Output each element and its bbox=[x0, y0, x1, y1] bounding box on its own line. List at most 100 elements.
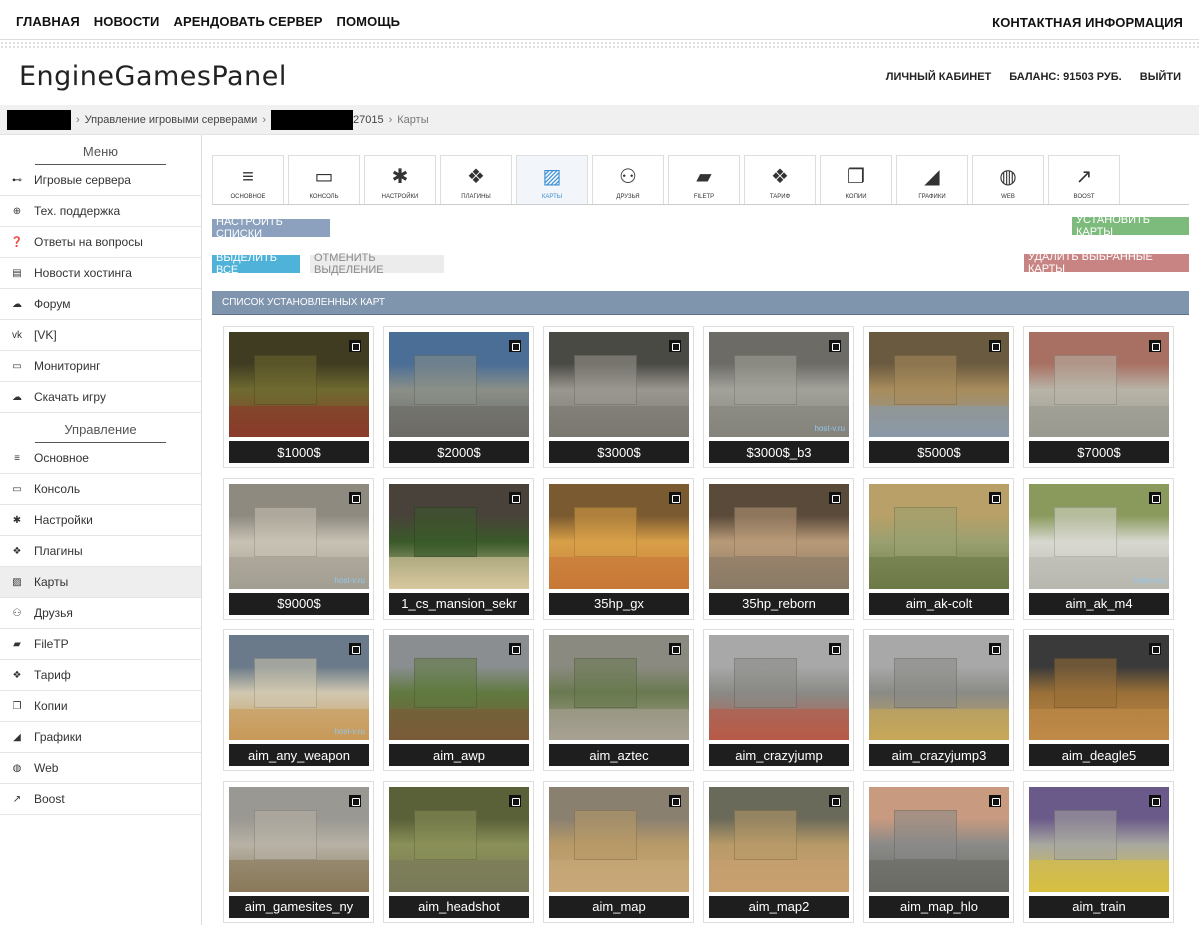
map-thumbnail[interactable] bbox=[1029, 635, 1169, 740]
map-thumbnail[interactable] bbox=[229, 332, 369, 437]
map-checkbox[interactable] bbox=[669, 340, 681, 352]
top-nav-item[interactable]: НОВОСТИ bbox=[94, 14, 160, 29]
map-card[interactable]: host-v.ru aim_ak_m4 bbox=[1023, 477, 1174, 620]
map-thumbnail[interactable] bbox=[709, 635, 849, 740]
delete-selected-button[interactable]: УДАЛИТЬ ВЫБРАННЫЕ КАРТЫ bbox=[1024, 251, 1189, 275]
map-thumbnail[interactable] bbox=[549, 332, 689, 437]
top-nav-item[interactable]: ГЛАВНАЯ bbox=[16, 14, 80, 29]
map-checkbox[interactable] bbox=[1149, 643, 1161, 655]
map-thumbnail[interactable] bbox=[389, 483, 529, 589]
deselect-button[interactable]: ОТМЕНИТЬ ВЫДЕЛЕНИЕ bbox=[310, 252, 444, 276]
sidebar-item[interactable]: vk [VK] bbox=[0, 320, 201, 351]
sidebar-item[interactable]: ≡ Основное bbox=[0, 443, 201, 474]
tab-cubes[interactable]: ❖ ПЛАГИНЫ bbox=[440, 155, 512, 204]
map-card[interactable]: $2000$ bbox=[383, 326, 534, 468]
sidebar-item[interactable]: ⚇ Друзья bbox=[0, 598, 201, 629]
install-maps-button[interactable]: УСТАНОВИТЬ КАРТЫ bbox=[1072, 214, 1189, 238]
map-thumbnail[interactable]: host-v.ru bbox=[229, 483, 369, 589]
tab-area-chart[interactable]: ◢ ГРАФИКИ bbox=[896, 155, 968, 204]
map-checkbox[interactable] bbox=[349, 491, 361, 504]
map-checkbox[interactable] bbox=[669, 643, 681, 655]
breadcrumb-servers[interactable]: Управление игровыми серверами bbox=[85, 114, 258, 126]
map-card[interactable]: aim_crazyjump bbox=[703, 629, 854, 771]
map-thumbnail[interactable] bbox=[549, 635, 689, 740]
tab-globe[interactable]: ◍ WEB bbox=[972, 155, 1044, 204]
tab-desktop[interactable]: ▭ КОНСОЛЬ bbox=[288, 155, 360, 204]
sidebar-item[interactable]: ▨ Карты bbox=[0, 567, 201, 598]
logo[interactable]: EngineGamesPanel bbox=[19, 61, 287, 92]
map-card[interactable]: host-v.ru aim_any_weapon bbox=[223, 629, 374, 771]
sidebar-item[interactable]: ☁ Скачать игру bbox=[0, 382, 201, 413]
configure-lists-button[interactable]: НАСТРОИТЬ СПИСКИ bbox=[212, 216, 330, 240]
map-checkbox[interactable] bbox=[349, 340, 361, 352]
map-thumbnail[interactable] bbox=[869, 786, 1009, 892]
map-checkbox[interactable] bbox=[349, 643, 361, 655]
map-card[interactable]: aim_deagle5 bbox=[1023, 629, 1174, 771]
sidebar-item[interactable]: ❓ Ответы на вопросы bbox=[0, 227, 201, 258]
map-thumbnail[interactable] bbox=[549, 483, 689, 589]
map-checkbox[interactable] bbox=[989, 794, 1001, 807]
sidebar-item[interactable]: ◍ Web bbox=[0, 753, 201, 784]
map-checkbox[interactable] bbox=[509, 794, 521, 807]
map-checkbox[interactable] bbox=[669, 491, 681, 504]
map-card[interactable]: $5000$ bbox=[863, 326, 1014, 468]
tab-copy[interactable]: ❐ КОПИИ bbox=[820, 155, 892, 204]
select-all-button[interactable]: ВЫДЕЛИТЬ ВСЕ bbox=[212, 252, 300, 276]
map-card[interactable]: host-v.ru $9000$ bbox=[223, 477, 374, 620]
map-checkbox[interactable] bbox=[1149, 491, 1161, 504]
map-card[interactable]: 35hp_gx bbox=[543, 477, 694, 620]
map-checkbox[interactable] bbox=[829, 340, 841, 352]
map-thumbnail[interactable] bbox=[549, 786, 689, 892]
map-card[interactable]: aim_train bbox=[1023, 780, 1174, 923]
breadcrumb-server-port[interactable]: 27015 bbox=[353, 114, 384, 126]
map-thumbnail[interactable] bbox=[389, 332, 529, 437]
map-checkbox[interactable] bbox=[1149, 340, 1161, 352]
top-nav-item[interactable]: ПОМОЩЬ bbox=[337, 14, 401, 29]
tab-line-chart[interactable]: ↗ BOOST bbox=[1048, 155, 1120, 204]
map-card[interactable]: aim_gamesites_ny bbox=[223, 780, 374, 923]
cabinet-link[interactable]: ЛИЧНЫЙ КАБИНЕТ bbox=[886, 71, 992, 83]
map-thumbnail[interactable] bbox=[869, 483, 1009, 589]
logout-link[interactable]: ВЫЙТИ bbox=[1140, 71, 1181, 83]
tab-bars[interactable]: ≡ ОСНОВНОЕ bbox=[212, 155, 284, 204]
map-card[interactable]: 1_cs_mansion_sekr bbox=[383, 477, 534, 620]
map-checkbox[interactable] bbox=[829, 643, 841, 655]
map-thumbnail[interactable] bbox=[389, 786, 529, 892]
map-card[interactable]: aim_ak-colt bbox=[863, 477, 1014, 620]
tab-user-plus[interactable]: ⚇ ДРУЗЬЯ bbox=[592, 155, 664, 204]
map-thumbnail[interactable]: host-v.ru bbox=[709, 332, 849, 437]
tab-folder[interactable]: ▰ FILETP bbox=[668, 155, 740, 204]
map-checkbox[interactable] bbox=[509, 643, 521, 655]
map-card[interactable]: $3000$ bbox=[543, 326, 694, 468]
tab-gear[interactable]: ✱ НАСТРОЙКИ bbox=[364, 155, 436, 204]
map-checkbox[interactable] bbox=[829, 491, 841, 504]
map-thumbnail[interactable]: host-v.ru bbox=[1029, 483, 1169, 589]
map-card[interactable]: aim_map_hlo bbox=[863, 780, 1014, 923]
map-thumbnail[interactable] bbox=[709, 483, 849, 589]
sidebar-item[interactable]: ▰ FileTP bbox=[0, 629, 201, 660]
map-thumbnail[interactable] bbox=[869, 332, 1009, 437]
tab-dropbox[interactable]: ❖ ТАРИФ bbox=[744, 155, 816, 204]
map-card[interactable]: host-v.ru $3000$_b3 bbox=[703, 326, 854, 468]
map-card[interactable]: aim_aztec bbox=[543, 629, 694, 771]
sidebar-item[interactable]: ⊷ Игровые сервера bbox=[0, 165, 201, 196]
map-card[interactable]: 35hp_reborn bbox=[703, 477, 854, 620]
map-checkbox[interactable] bbox=[509, 491, 521, 504]
map-checkbox[interactable] bbox=[829, 794, 841, 807]
map-thumbnail[interactable] bbox=[869, 635, 1009, 740]
top-nav-item[interactable]: АРЕНДОВАТЬ СЕРВЕР bbox=[174, 14, 323, 29]
sidebar-item[interactable]: ↗ Boost bbox=[0, 784, 201, 815]
map-card[interactable]: $7000$ bbox=[1023, 326, 1174, 468]
map-checkbox[interactable] bbox=[669, 794, 681, 807]
sidebar-item[interactable]: ▭ Консоль bbox=[0, 474, 201, 505]
sidebar-item[interactable]: ☁ Форум bbox=[0, 289, 201, 320]
map-thumbnail[interactable] bbox=[1029, 332, 1169, 437]
map-checkbox[interactable] bbox=[509, 340, 521, 352]
contact-info-link[interactable]: КОНТАКТНАЯ ИНФОРМАЦИЯ bbox=[992, 15, 1183, 30]
sidebar-item[interactable]: ▤ Новости хостинга bbox=[0, 258, 201, 289]
map-card[interactable]: aim_awp bbox=[383, 629, 534, 771]
sidebar-item[interactable]: ⊕ Тех. поддержка bbox=[0, 196, 201, 227]
map-card[interactable]: aim_crazyjump3 bbox=[863, 629, 1014, 771]
sidebar-item[interactable]: ❖ Плагины bbox=[0, 536, 201, 567]
map-thumbnail[interactable] bbox=[709, 786, 849, 892]
